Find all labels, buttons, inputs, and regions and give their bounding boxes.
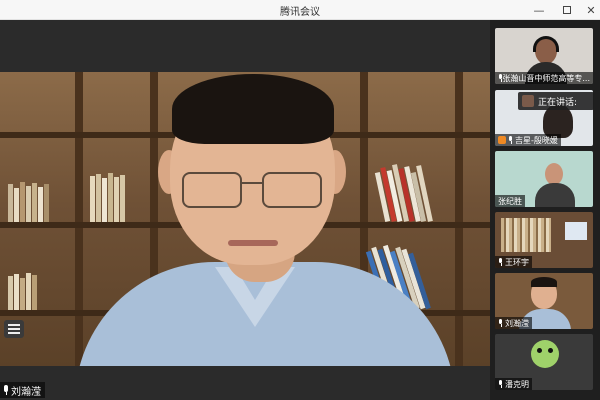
mic-icon [3, 385, 9, 395]
speaking-indicator: 正在讲话: [518, 92, 594, 110]
participant-label: 刘瀚滢 [495, 317, 532, 329]
glasses-lens [262, 172, 322, 208]
glasses-lens [182, 172, 242, 208]
participant-avatar [531, 340, 559, 368]
window-title: 腾讯会议 [280, 7, 320, 18]
participant-tile[interactable]: 张瀚山晋中师范高等专... [495, 28, 593, 84]
participant-tile[interactable]: 张纪胜 [495, 151, 593, 207]
participant-face [545, 163, 563, 185]
participant-sidebar[interactable]: 张瀚山晋中师范高等专... 吉星-殷晓媛 正在讲话: 张纪胜 王环宇 刘瀚滢 潘… [490, 20, 600, 400]
avatar-eye [548, 348, 553, 353]
layout-toggle-button[interactable] [4, 320, 24, 338]
participant-name: 吉星-殷晓媛 [515, 135, 558, 145]
participant-label: 潘克明 [495, 378, 532, 390]
participant-label: 吉星-殷晓媛 [495, 134, 561, 146]
close-icon: ✕ [586, 3, 596, 17]
participant-tile[interactable]: 刘瀚滢 [495, 273, 593, 329]
mic-icon [508, 136, 513, 144]
participant-label: 张瀚山晋中师范高等专... [495, 72, 593, 84]
list-layout-icon [8, 324, 20, 326]
main-speaker-name: 刘瀚滢 [11, 386, 41, 398]
participant-body [535, 183, 575, 207]
title-bar: 腾讯会议 — ✕ [0, 0, 600, 20]
participant-name: 刘瀚滢 [505, 318, 529, 328]
bookshelf-background [501, 218, 551, 252]
speaker-mouth [228, 240, 278, 246]
participant-tile[interactable]: 潘克明 [495, 334, 593, 390]
mic-icon [498, 74, 503, 82]
window-light [565, 222, 587, 240]
participant-name: 张纪胜 [498, 196, 522, 206]
user-avatar-icon [498, 136, 506, 144]
glasses-bridge [242, 182, 262, 184]
participant-tile[interactable]: 王环宇 [495, 212, 593, 268]
mic-icon [498, 258, 503, 266]
minimize-button[interactable]: — [530, 1, 548, 19]
speaker-person [0, 72, 490, 366]
participant-name: 王环宇 [505, 257, 529, 267]
list-layout-icon [8, 328, 20, 330]
minimize-icon: — [533, 3, 545, 17]
participant-label: 王环宇 [495, 256, 532, 268]
participant-hair [531, 277, 557, 287]
maximize-button[interactable] [558, 1, 576, 19]
speaking-label: 正在讲话: [538, 97, 578, 108]
list-layout-icon [8, 332, 20, 334]
speaker-avatar [522, 95, 534, 107]
mic-icon [498, 380, 503, 388]
participant-name: 张瀚山晋中师范高等专... [502, 73, 590, 83]
main-video-area[interactable]: 刘瀚滢 [0, 20, 490, 400]
participant-name: 潘克明 [505, 379, 529, 389]
close-button[interactable]: ✕ [582, 1, 600, 19]
main-video [0, 72, 490, 366]
maximize-icon [563, 6, 571, 14]
avatar-eye [537, 348, 542, 353]
mic-icon [498, 319, 503, 327]
main-speaker-name-tag: 刘瀚滢 [0, 382, 45, 398]
speaker-hair [172, 74, 334, 144]
headset-icon [533, 36, 559, 52]
participant-label: 张纪胜 [495, 195, 525, 207]
